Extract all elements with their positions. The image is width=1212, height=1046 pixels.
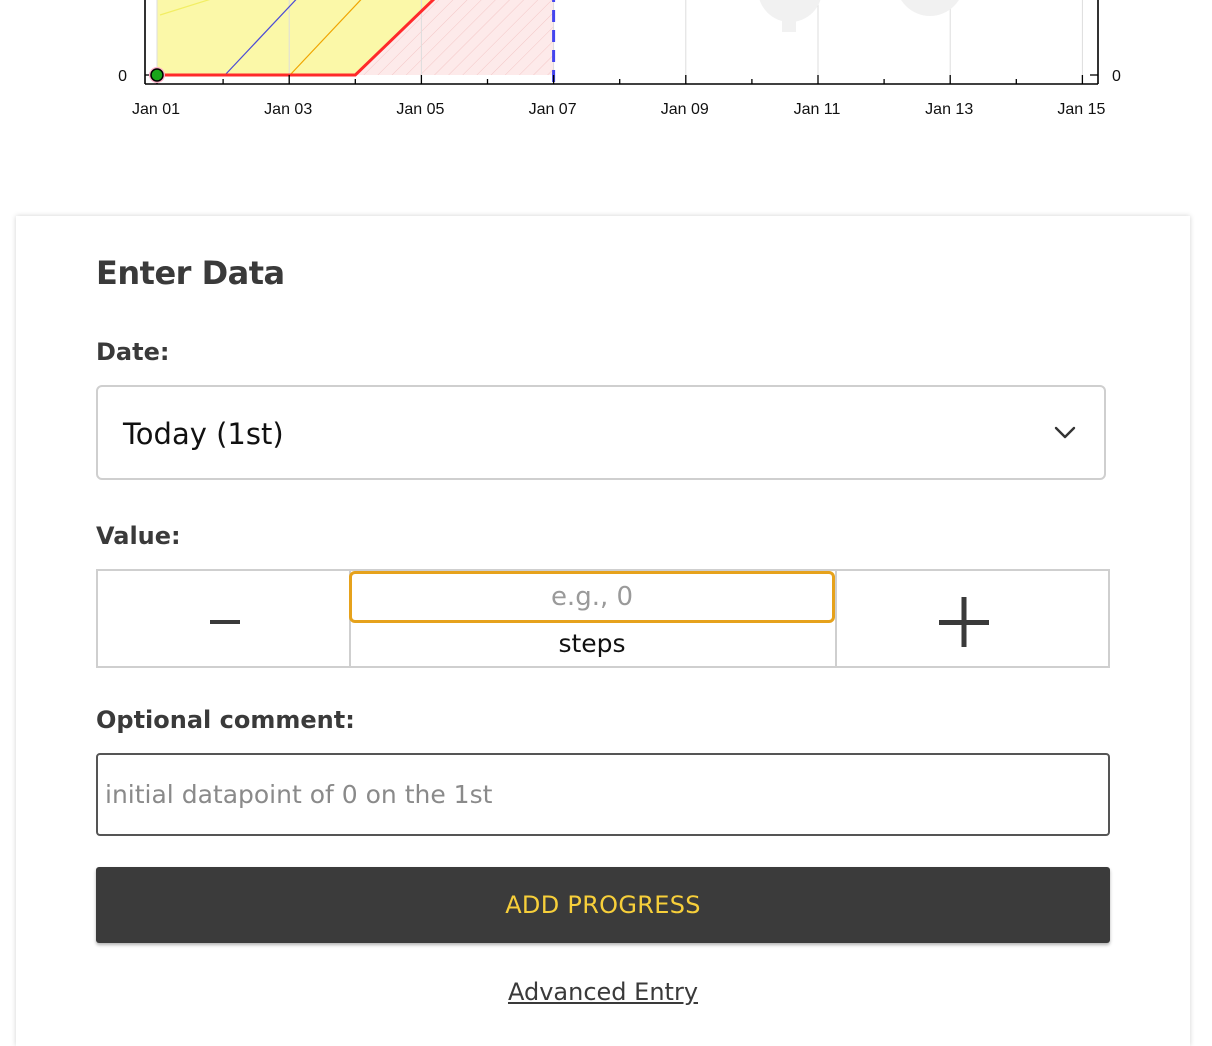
date-label: Date: (96, 338, 170, 366)
add-progress-button[interactable]: ADD PROGRESS (96, 867, 1110, 943)
advanced-entry-wrap: Advanced Entry (96, 978, 1110, 1006)
x-tick-label: Jan 05 (396, 101, 444, 118)
advanced-entry-link[interactable]: Advanced Entry (508, 978, 698, 1006)
value-stepper: steps (96, 569, 1110, 668)
decrement-button[interactable] (96, 569, 351, 668)
y-tick-label-right: 0 (1112, 68, 1121, 85)
minus-icon (210, 620, 240, 624)
x-tick-label: Jan 11 (794, 101, 841, 118)
x-tick-label: Jan 13 (925, 101, 973, 118)
enter-data-card: Enter Data Date: Today (1st) Value: step… (16, 216, 1190, 1046)
increment-button[interactable] (835, 569, 1110, 668)
units-label: steps (558, 629, 626, 658)
datapoint (150, 68, 164, 82)
goal-graph: Jan 01 Jan 03 Jan 05 Jan 07 Jan 09 Jan 11 Jan … (0, 0, 1212, 200)
value-input[interactable] (349, 571, 835, 623)
x-tick-label: Jan 03 (264, 101, 312, 118)
comment-label: Optional comment: (96, 706, 355, 734)
x-tick-label: Jan 09 (661, 101, 709, 118)
plus-icon (939, 597, 989, 647)
comment-input[interactable] (96, 753, 1110, 836)
x-tick-label: Jan 15 (1057, 101, 1105, 118)
graph-svg: Jan 01 Jan 03 Jan 05 Jan 07 Jan 09 Jan 11 Jan … (118, 0, 1121, 118)
y-tick-label-left: 0 (118, 68, 127, 85)
value-label: Value: (96, 522, 181, 550)
page-title: Enter Data (96, 254, 285, 292)
date-select-value: Today (1st) (123, 417, 284, 451)
watermark-stem (782, 0, 796, 32)
value-cell: steps (349, 569, 837, 668)
chevron-down-icon (1054, 425, 1076, 444)
date-select[interactable]: Today (1st) (96, 385, 1106, 480)
x-tick-label: Jan 01 (132, 101, 180, 118)
watermark-right (901, 0, 959, 16)
x-tick-label: Jan 07 (529, 101, 577, 118)
